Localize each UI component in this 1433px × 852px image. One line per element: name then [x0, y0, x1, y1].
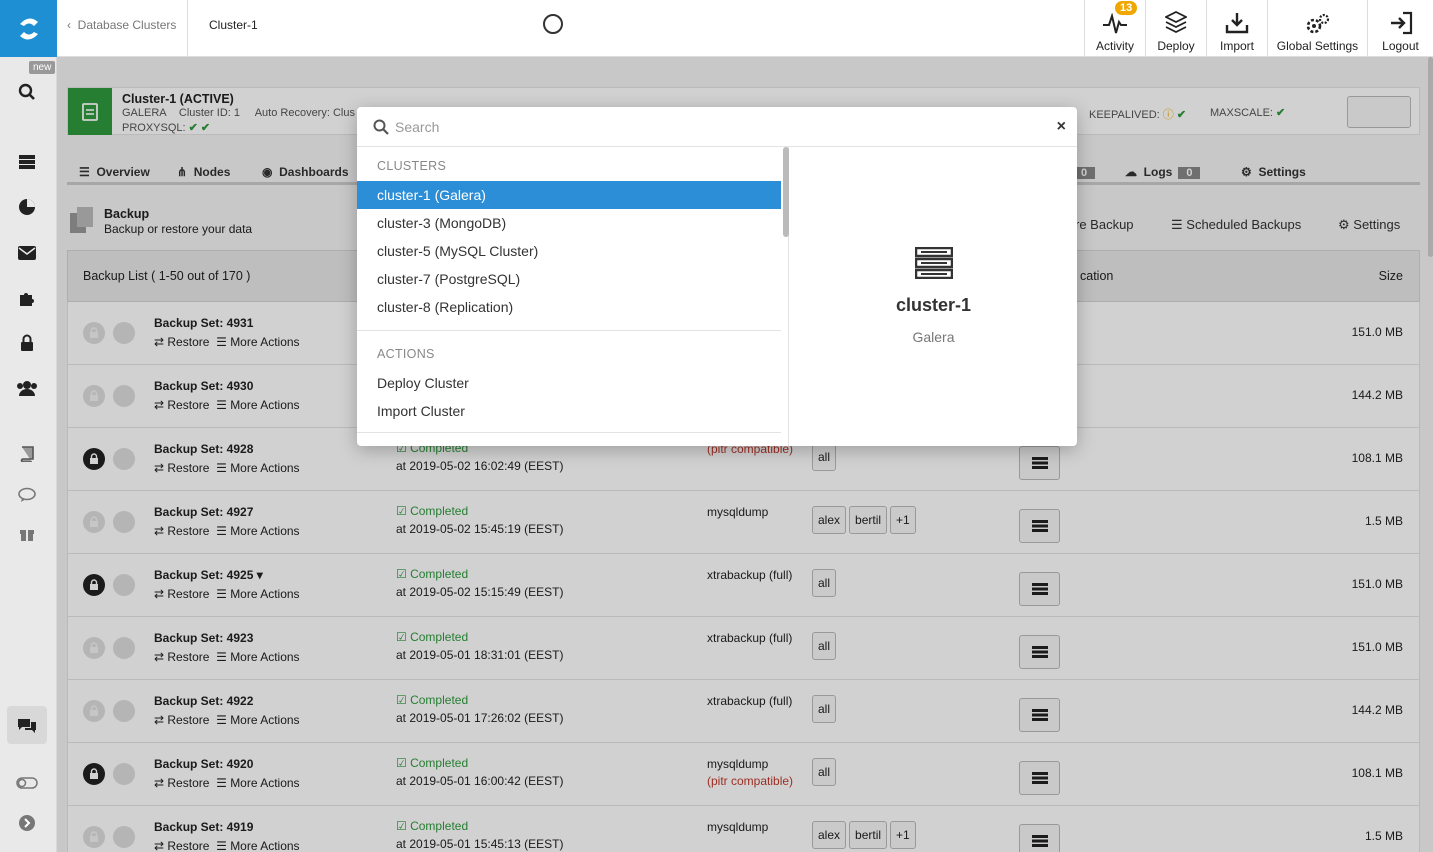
users-icon[interactable] — [16, 377, 38, 399]
mouse-cursor-icon — [543, 14, 563, 34]
global-settings-button[interactable]: Global Settings — [1267, 0, 1367, 57]
chat-icon — [18, 719, 36, 733]
breadcrumb-current: Cluster-1 — [209, 18, 258, 32]
preview-cluster-name: cluster-1 — [895, 295, 972, 315]
search-icon — [373, 119, 389, 135]
close-icon[interactable]: × — [1057, 118, 1066, 136]
cluster-option[interactable]: cluster-5 (MySQL Cluster) — [357, 237, 781, 265]
preview-cluster-type: Galera — [912, 329, 955, 345]
gift-icon[interactable] — [16, 522, 38, 544]
top-bar: ‹ Database Clusters Cluster-1 13 Activit… — [57, 0, 1433, 57]
deploy-label: Deploy — [1157, 39, 1195, 53]
section-clusters: CLUSTERS — [377, 159, 447, 173]
section-divider — [357, 432, 781, 433]
search-results-list: CLUSTERS cluster-1 (Galera) cluster-3 (M… — [357, 147, 789, 446]
gears-icon — [1306, 13, 1329, 34]
search-icon[interactable] — [16, 81, 38, 103]
expand-icon[interactable] — [16, 812, 38, 834]
import-icon — [1225, 13, 1249, 34]
cluster-option[interactable]: cluster-1 (Galera) — [357, 181, 781, 209]
comments-icon[interactable] — [16, 484, 38, 506]
cluster-option[interactable]: cluster-8 (Replication) — [357, 293, 781, 321]
book-icon[interactable] — [16, 443, 38, 465]
lock-icon[interactable] — [16, 332, 38, 354]
cluster-option[interactable]: cluster-3 (MongoDB) — [357, 209, 781, 237]
search-input[interactable] — [395, 117, 995, 137]
breadcrumb[interactable]: ‹ Database Clusters — [67, 18, 176, 32]
results-scrollbar[interactable] — [783, 147, 789, 237]
activity-label: Activity — [1095, 39, 1134, 53]
logout-label: Logout — [1382, 39, 1419, 53]
pie-chart-icon[interactable] — [16, 196, 38, 218]
import-button[interactable]: Import — [1206, 0, 1267, 57]
action-import-cluster[interactable]: Import Cluster — [357, 397, 781, 425]
quick-search-modal: × CLUSTERS cluster-1 (Galera) cluster-3 … — [357, 107, 1077, 446]
logout-button[interactable]: Logout — [1367, 0, 1433, 57]
puzzle-icon[interactable] — [16, 287, 38, 309]
toggle-icon[interactable] — [16, 772, 38, 794]
action-deploy-cluster[interactable]: Deploy Cluster — [357, 369, 781, 397]
new-badge: new — [29, 61, 56, 74]
clusters-icon[interactable] — [16, 151, 38, 173]
modal-search-bar: × — [357, 107, 1077, 147]
section-divider — [357, 330, 781, 331]
deploy-button[interactable]: Deploy — [1145, 0, 1206, 57]
activity-icon — [1103, 13, 1127, 34]
logout-icon — [1390, 11, 1412, 35]
deploy-icon — [1165, 11, 1187, 34]
breadcrumb-divider — [187, 0, 188, 57]
activity-button[interactable]: 13 Activity — [1084, 0, 1145, 57]
activity-badge: 13 — [1115, 1, 1138, 15]
page-scrollbar[interactable] — [1428, 57, 1433, 257]
logo-icon — [19, 17, 38, 40]
import-label: Import — [1219, 39, 1254, 53]
server-icon — [915, 247, 953, 279]
app-logo[interactable] — [0, 0, 57, 57]
cluster-preview: cluster-1 Galera — [790, 147, 1077, 446]
section-actions: ACTIONS — [377, 347, 435, 361]
cluster-option[interactable]: cluster-7 (PostgreSQL) — [357, 265, 781, 293]
breadcrumb-link[interactable]: Database Clusters — [78, 18, 177, 32]
left-rail: new — [0, 0, 57, 852]
chat-button[interactable] — [7, 706, 47, 744]
global-settings-label: Global Settings — [1276, 39, 1359, 53]
mail-icon[interactable] — [16, 242, 38, 264]
